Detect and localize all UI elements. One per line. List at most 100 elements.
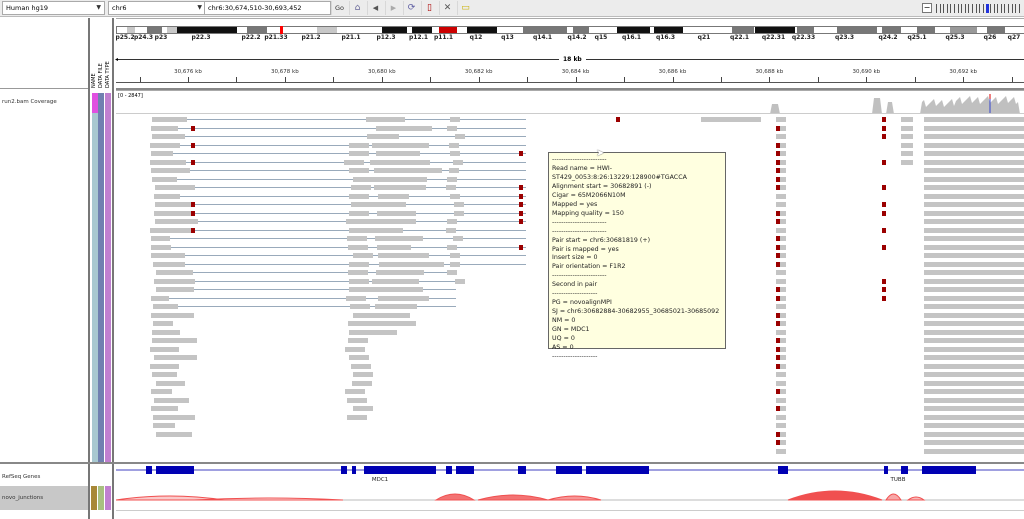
aligned-read[interactable]	[366, 287, 424, 292]
ideogram-band[interactable]	[247, 27, 267, 33]
zoom-out-button[interactable]: −	[922, 3, 932, 13]
aligned-read[interactable]	[901, 159, 913, 165]
aligned-read[interactable]	[924, 168, 1024, 173]
aligned-read[interactable]	[348, 329, 369, 335]
aligned-read[interactable]	[455, 134, 466, 139]
aligned-read[interactable]	[924, 346, 1024, 352]
ideogram-band[interactable]	[707, 27, 727, 33]
aligned-read[interactable]	[924, 329, 1024, 335]
aligned-read[interactable]	[155, 287, 194, 292]
mismatch-base[interactable]	[776, 219, 780, 224]
aligned-read[interactable]	[776, 134, 786, 139]
attr-header-name[interactable]: NAME	[91, 46, 97, 88]
aligned-read[interactable]	[446, 227, 456, 233]
zoom-tick[interactable]	[972, 4, 973, 13]
zoom-tick[interactable]	[1000, 4, 1002, 13]
aligned-read[interactable]	[924, 389, 1024, 394]
mismatch-base[interactable]	[776, 210, 780, 216]
mismatch-base[interactable]	[776, 287, 780, 292]
attr-data-file-swatch[interactable]	[98, 93, 104, 462]
mismatch-base[interactable]	[776, 125, 780, 131]
zoom-tick[interactable]	[1011, 4, 1013, 13]
aligned-read[interactable]	[924, 287, 1024, 292]
aligned-read[interactable]	[776, 329, 786, 335]
aligned-read[interactable]	[352, 380, 373, 386]
aligned-read[interactable]	[450, 261, 461, 267]
zoom-tick[interactable]	[1018, 4, 1020, 13]
attr-data-file-swatch[interactable]	[98, 486, 104, 510]
aligned-read[interactable]	[377, 244, 411, 250]
mismatch-base[interactable]	[776, 244, 780, 250]
ideogram-band[interactable]	[412, 27, 432, 33]
ideogram-band[interactable]	[127, 27, 135, 33]
gene-label-tubb[interactable]: TUBB	[891, 477, 906, 483]
aligned-read[interactable]	[351, 363, 372, 369]
mismatch-base[interactable]	[882, 295, 886, 301]
ideogram-band[interactable]	[467, 27, 497, 33]
zoom-tick[interactable]	[993, 4, 995, 13]
aligned-read[interactable]	[924, 312, 1024, 318]
attr-data-type-swatch[interactable]	[105, 93, 111, 462]
attr-header-data-type[interactable]: DATA TYPE	[105, 46, 111, 88]
zoom-tick[interactable]	[997, 4, 999, 13]
forward-icon[interactable]: ▶	[385, 1, 401, 15]
attr-data-type-swatch[interactable]	[105, 486, 111, 510]
aligned-read[interactable]	[453, 236, 464, 241]
aligned-read[interactable]	[371, 202, 407, 207]
aligned-read[interactable]	[378, 295, 429, 301]
aligned-read[interactable]	[151, 372, 177, 377]
aligned-read[interactable]	[924, 380, 1024, 386]
zoom-slider-thumb[interactable]	[986, 4, 990, 13]
mismatch-base[interactable]	[776, 321, 780, 326]
aligned-read[interactable]	[924, 219, 1024, 224]
ideogram-band[interactable]	[523, 27, 567, 33]
aligned-read[interactable]	[373, 185, 426, 190]
aligned-read[interactable]	[901, 134, 913, 139]
aligned-read[interactable]	[348, 244, 369, 250]
aligned-read[interactable]	[446, 270, 457, 275]
mismatch-base[interactable]	[776, 185, 780, 190]
aligned-read[interactable]	[345, 389, 366, 394]
aligned-read[interactable]	[153, 261, 186, 267]
aligned-read[interactable]	[150, 295, 170, 301]
zoom-slider[interactable]	[936, 4, 1022, 13]
mismatch-base[interactable]	[776, 176, 780, 182]
zoom-tick[interactable]	[950, 4, 952, 13]
aligned-read[interactable]	[372, 142, 430, 148]
aligned-read[interactable]	[371, 278, 420, 284]
go-button[interactable]: Go	[331, 1, 347, 15]
aligned-read[interactable]	[375, 304, 418, 309]
aligned-read[interactable]	[375, 236, 424, 241]
aligned-read[interactable]	[351, 202, 372, 207]
aligned-read[interactable]	[924, 270, 1024, 275]
junctions-track-name-row[interactable]: novo_junctions	[0, 486, 88, 510]
mismatch-base[interactable]	[191, 142, 195, 148]
locus-input[interactable]: chr6:30,674,510-30,693,452	[204, 1, 331, 15]
aligned-read[interactable]	[776, 414, 786, 420]
aligned-read[interactable]	[348, 227, 369, 233]
mismatch-base[interactable]	[882, 210, 886, 216]
junctions-track[interactable]	[116, 486, 1024, 510]
mismatch-base[interactable]	[519, 202, 523, 207]
mismatch-base[interactable]	[776, 168, 780, 173]
zoom-tick[interactable]	[946, 4, 948, 13]
aligned-read[interactable]	[924, 440, 1024, 445]
aligned-read[interactable]	[901, 125, 913, 131]
mismatch-base[interactable]	[882, 185, 886, 190]
mismatch-base[interactable]	[882, 227, 886, 233]
aligned-read[interactable]	[776, 448, 786, 454]
aligned-read[interactable]	[344, 159, 365, 165]
aligned-read[interactable]	[924, 134, 1024, 139]
aligned-read[interactable]	[924, 151, 1024, 156]
aligned-read[interactable]	[448, 142, 459, 148]
mismatch-base[interactable]	[776, 236, 780, 241]
ideogram-band[interactable]	[987, 27, 1005, 33]
aligned-read[interactable]	[153, 210, 192, 216]
aligned-read[interactable]	[349, 210, 370, 216]
aligned-read[interactable]	[365, 117, 406, 122]
zoom-tick[interactable]	[1004, 4, 1006, 13]
zoom-tick[interactable]	[990, 4, 991, 13]
aligned-read[interactable]	[924, 125, 1024, 131]
aligned-read[interactable]	[901, 117, 913, 122]
mismatch-base[interactable]	[519, 219, 523, 224]
